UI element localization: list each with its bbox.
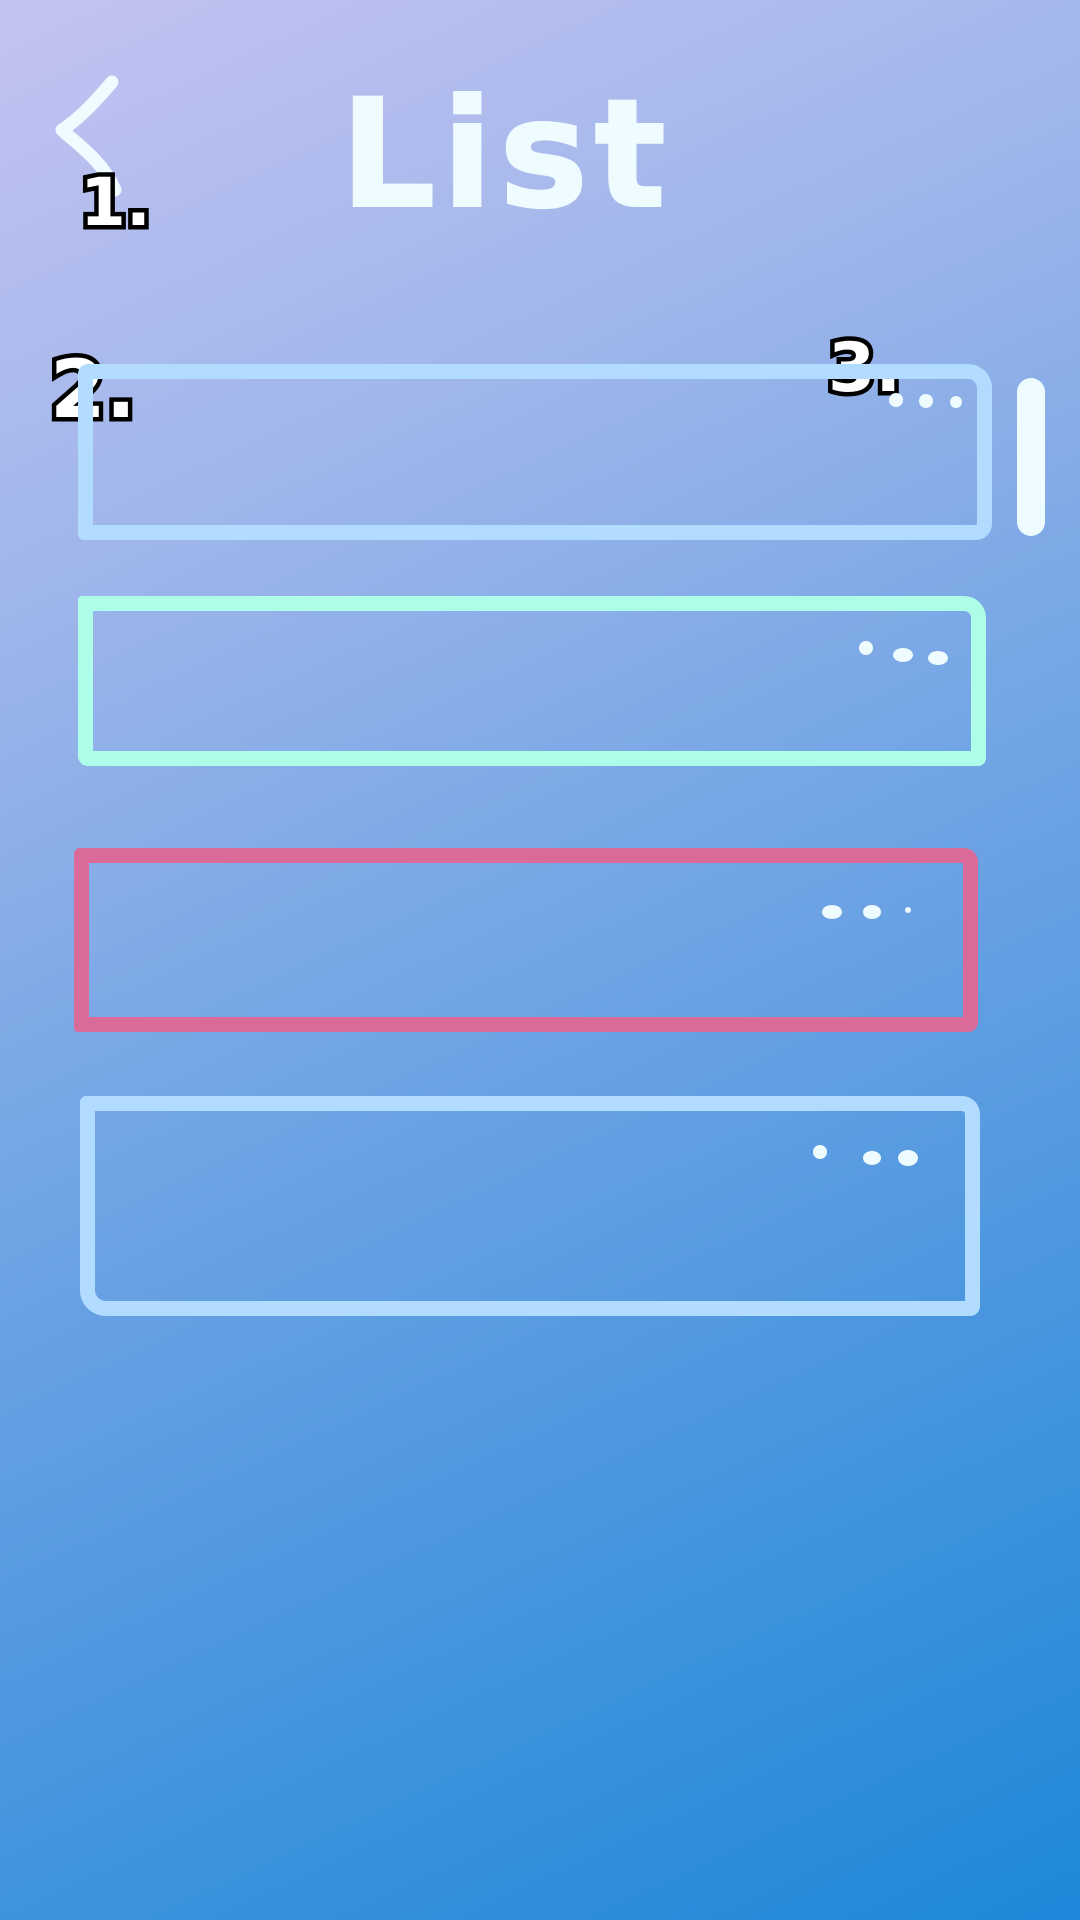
scrollbar[interactable] <box>1017 378 1045 536</box>
list-item[interactable] <box>74 848 978 1032</box>
page-title: List <box>339 68 672 242</box>
list-item[interactable] <box>80 1096 980 1316</box>
more-horizontal-icon[interactable] <box>850 640 970 680</box>
list-item[interactable] <box>78 596 986 766</box>
more-horizontal-icon[interactable] <box>816 892 936 932</box>
more-horizontal-icon[interactable] <box>876 384 996 424</box>
more-horizontal-icon[interactable] <box>806 1136 926 1176</box>
annotation-marker-1: 1. <box>76 164 156 241</box>
list-item[interactable] <box>78 364 992 540</box>
